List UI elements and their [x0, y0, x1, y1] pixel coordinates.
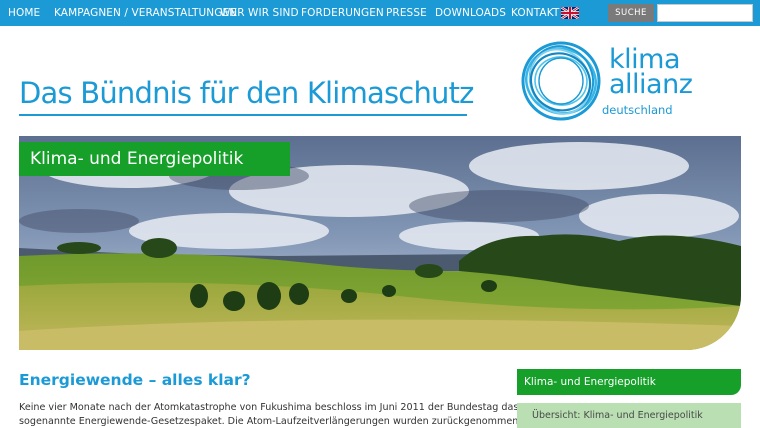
- article-text-line: Keine vier Monate nach der Atomkatastrop…: [19, 402, 519, 413]
- logo-text-deutschland: deutschland: [602, 103, 673, 117]
- article-text-line: sogenannte Energiewende-Gesetzespaket. D…: [19, 416, 522, 427]
- nav-item-presse[interactable]: PRESSE: [386, 0, 427, 26]
- uk-flag-icon[interactable]: [561, 7, 579, 19]
- nav-item-wer-wir-sind[interactable]: WER WIR SIND: [220, 0, 299, 26]
- klima-allianz-ring-logo: [521, 41, 601, 121]
- nav-item-kampagnen[interactable]: KAMPAGNEN / VERANSTALTUNGEN: [54, 0, 237, 26]
- page-headline: Das Bündnis für den Klimaschutz: [19, 76, 474, 110]
- sidebar-item-uebersicht[interactable]: Übersicht: Klima- und Energiepolitik: [517, 403, 741, 428]
- headline-underline: [19, 114, 467, 116]
- klima-allianz-logo[interactable]: klima allianz deutschland: [518, 38, 748, 128]
- logo-text-allianz: allianz: [609, 69, 693, 100]
- nav-item-forderungen[interactable]: FORDERUNGEN: [301, 0, 384, 26]
- nav-item-home[interactable]: HOME: [8, 0, 40, 26]
- search-button[interactable]: SUCHE: [608, 4, 654, 22]
- sidebar-heading[interactable]: Klima- und Energiepolitik: [517, 369, 741, 395]
- article-title[interactable]: Energiewende – alles klar?: [19, 371, 251, 389]
- hero-category-label[interactable]: Klima- und Energiepolitik: [19, 142, 290, 176]
- search-input[interactable]: [657, 4, 753, 22]
- nav-item-kontakt[interactable]: KONTAKT: [511, 0, 559, 26]
- top-navigation: HOME KAMPAGNEN / VERANSTALTUNGEN WER WIR…: [0, 0, 760, 26]
- nav-item-downloads[interactable]: DOWNLOADS: [435, 0, 506, 26]
